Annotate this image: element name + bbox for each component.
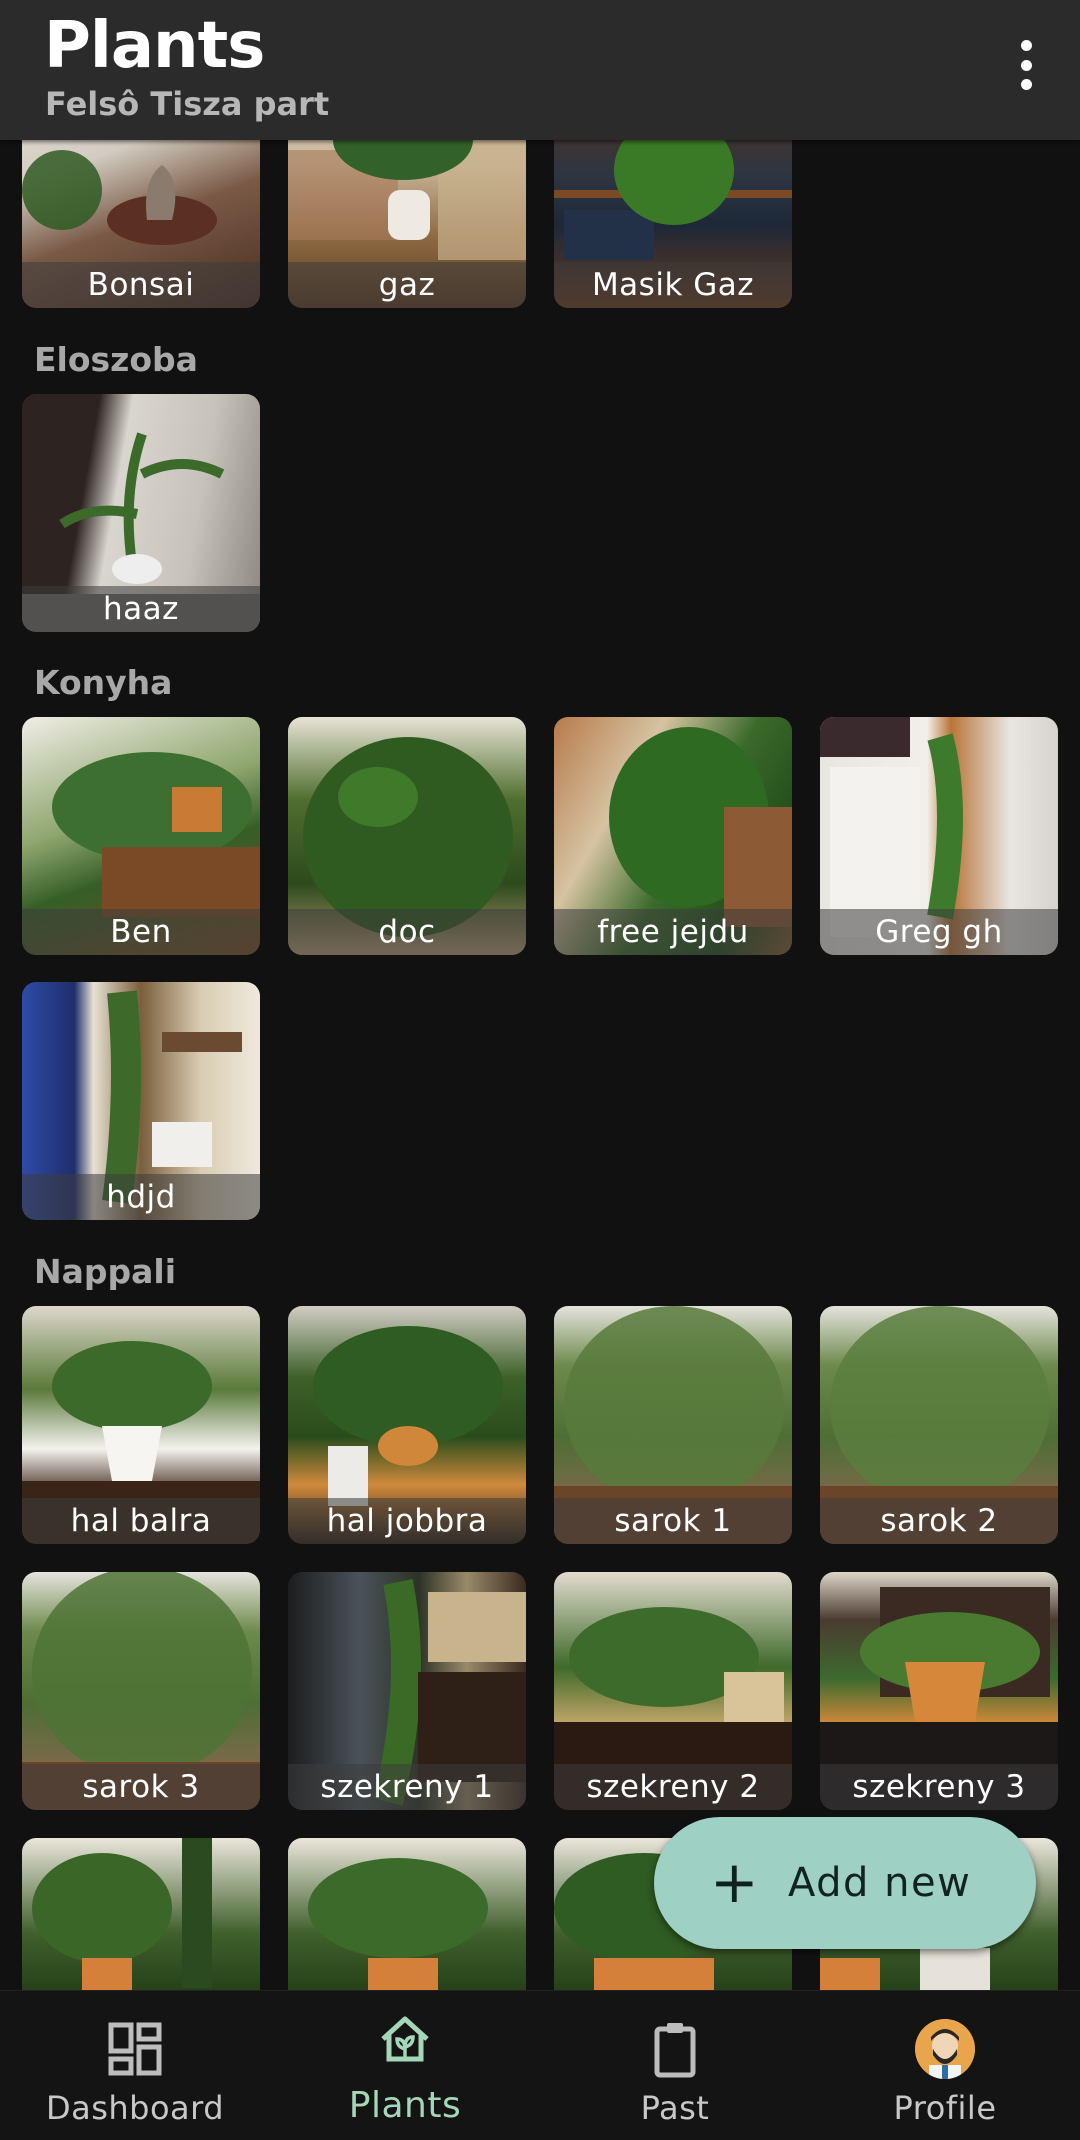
plant-name: gaz (288, 262, 526, 308)
plant-name: Bonsai (22, 262, 260, 308)
plant-tile[interactable]: doc (288, 717, 526, 955)
home-plant-icon (381, 2016, 429, 2062)
plant-tile[interactable]: hal jobbra (288, 1306, 526, 1544)
plant-tile[interactable] (288, 1838, 526, 1990)
plant-tile[interactable]: hdjd (22, 982, 260, 1220)
plant-name: haaz (22, 586, 260, 632)
nav-plants-label: Plants (348, 2085, 462, 2126)
plus-icon: + (710, 1848, 759, 1916)
add-new-label: Add new (788, 1860, 972, 1906)
plant-tile[interactable]: sarok 2 (820, 1306, 1058, 1544)
nav-plants[interactable]: Plants (270, 1991, 540, 2140)
plant-name: sarok 2 (820, 1498, 1058, 1544)
plant-name: doc (288, 909, 526, 955)
room-heading: Konyha (34, 663, 173, 702)
add-new-button[interactable]: + Add new (654, 1817, 1036, 1949)
plant-tile[interactable]: Ben (22, 717, 260, 955)
nav-dashboard-label: Dashboard (45, 2089, 225, 2127)
plant-photo (32, 1838, 212, 1990)
plant-tile[interactable]: szekreny 3 (820, 1572, 1058, 1810)
plant-list[interactable]: Bonsai gaz Masik Gaz Eloszoba haaz Konyh… (0, 0, 1080, 1990)
plant-tile[interactable]: haaz (22, 394, 260, 632)
bottom-navigation: Dashboard Plants Past Profile (0, 1990, 1080, 2140)
plant-name: szekreny 1 (288, 1764, 526, 1810)
plant-tile[interactable] (22, 1838, 260, 1990)
plant-name: hdjd (22, 1174, 260, 1220)
nav-dashboard[interactable]: Dashboard (0, 1991, 270, 2140)
plant-tile[interactable]: szekreny 2 (554, 1572, 792, 1810)
plant-name: free jejdu (554, 909, 792, 955)
dashboard-icon (108, 2022, 162, 2076)
plant-tile[interactable]: free jejdu (554, 717, 792, 955)
plant-name: Ben (22, 909, 260, 955)
plant-tile[interactable]: Greg gh (820, 717, 1058, 955)
nav-past-label: Past (640, 2089, 710, 2127)
room-heading: Eloszoba (34, 340, 198, 379)
more-vert-icon[interactable] (1006, 40, 1046, 90)
plant-name: szekreny 3 (820, 1764, 1058, 1810)
plant-name: hal balra (22, 1498, 260, 1544)
page-title: Plants (44, 9, 265, 83)
plant-photo (308, 1858, 488, 1990)
plant-tile[interactable]: sarok 1 (554, 1306, 792, 1544)
plant-name: sarok 1 (554, 1498, 792, 1544)
nav-profile[interactable]: Profile (810, 1991, 1080, 2140)
plant-name: sarok 3 (22, 1764, 260, 1810)
avatar-icon (915, 2019, 975, 2079)
plant-name: hal jobbra (288, 1498, 526, 1544)
top-app-bar: Plants Felsô Tisza part (0, 0, 1080, 140)
plant-tile[interactable]: sarok 3 (22, 1572, 260, 1810)
plant-name: Masik Gaz (554, 262, 792, 308)
nav-past[interactable]: Past (540, 1991, 810, 2140)
plant-tile[interactable]: szekreny 1 (288, 1572, 526, 1810)
plant-tile[interactable]: hal balra (22, 1306, 260, 1544)
plant-name: szekreny 2 (554, 1764, 792, 1810)
clipboard-icon (654, 2023, 696, 2078)
location-subtitle[interactable]: Felsô Tisza part (45, 84, 329, 124)
room-heading: Nappali (34, 1252, 177, 1291)
plant-name: Greg gh (820, 909, 1058, 955)
nav-profile-label: Profile (893, 2089, 997, 2127)
